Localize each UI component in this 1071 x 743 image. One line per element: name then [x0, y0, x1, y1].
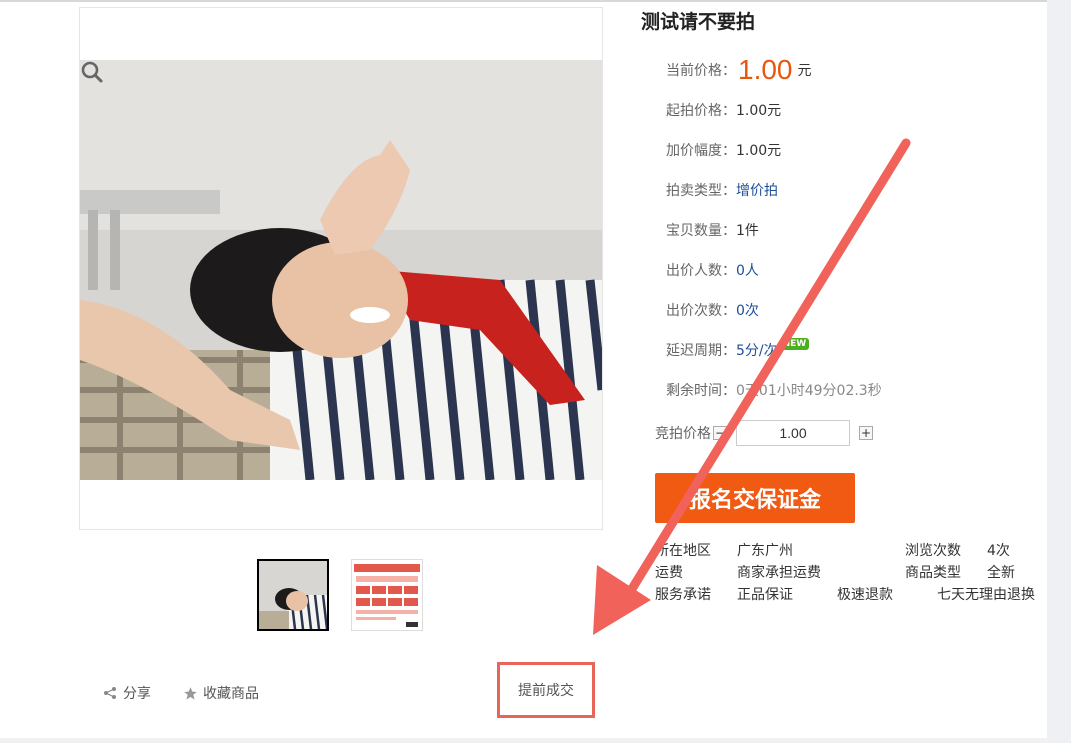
- bidders-value: 0人: [736, 263, 759, 279]
- auction-type-row: 拍卖类型： 增价拍: [666, 170, 882, 210]
- early-deal-button[interactable]: 提前成交: [497, 662, 595, 718]
- bid-count-value: 0次: [736, 303, 759, 319]
- favorite-link[interactable]: 收藏商品: [183, 683, 259, 703]
- favorite-label: 收藏商品: [203, 686, 259, 702]
- field-label: 宝贝数量：: [666, 223, 736, 239]
- bidders-row: 出价人数： 0人: [666, 250, 882, 290]
- field-value: 1.00元: [736, 103, 782, 119]
- early-deal-label: 提前成交: [518, 683, 574, 699]
- shipping-label: 运费: [655, 565, 683, 581]
- current-price-row: 当前价格： 1.00 元: [666, 50, 882, 90]
- remaining-time-row: 剩余时间： 0天01小时49分02.3秒: [666, 370, 882, 410]
- item-type-value: 全新: [987, 565, 1015, 581]
- bid-price-label: 竞拍价格: [655, 426, 711, 442]
- product-photo: [80, 60, 602, 480]
- star-icon: [184, 686, 197, 699]
- views-label: 浏览次数: [905, 543, 961, 559]
- product-main-image[interactable]: [79, 7, 603, 530]
- right-scroll-strip: [1047, 0, 1071, 743]
- field-label: 加价幅度：: [666, 143, 736, 159]
- field-label: 出价次数：: [666, 303, 736, 319]
- bid-count-row: 出价次数： 0次: [666, 290, 882, 330]
- new-badge: NEW: [779, 338, 810, 350]
- field-value: 1件: [736, 223, 759, 239]
- field-label: 延迟周期：: [666, 343, 736, 359]
- current-price-value: 1.00: [738, 54, 793, 85]
- thumbnail-2[interactable]: [351, 559, 423, 631]
- remaining-time-value: 0天01小时49分02.3秒: [736, 383, 882, 399]
- start-price-row: 起拍价格： 1.00元: [666, 90, 882, 130]
- product-title: 测试请不要拍: [641, 11, 756, 33]
- share-icon: [104, 687, 116, 699]
- field-label: 拍卖类型：: [666, 183, 736, 199]
- field-value: 1.00元: [736, 143, 782, 159]
- share-label: 分享: [123, 686, 151, 702]
- thumbnail-1[interactable]: [257, 559, 329, 631]
- current-price-unit: 元: [797, 63, 812, 79]
- delay-period-row: 延迟周期： 5分/次 NEW: [666, 330, 882, 370]
- auction-type-link[interactable]: 增价拍: [736, 180, 778, 200]
- field-label: 起拍价格：: [666, 103, 736, 119]
- service-item: 七天无理由退换: [937, 587, 1035, 603]
- field-label: 出价人数：: [666, 263, 736, 279]
- zoom-icon[interactable]: [80, 60, 104, 84]
- share-link[interactable]: 分享: [103, 683, 151, 703]
- location-value: 广东广州: [737, 543, 793, 559]
- service-item: 极速退款: [837, 587, 893, 603]
- increment-row: 加价幅度： 1.00元: [666, 130, 882, 170]
- bid-price-control: 竞拍价格 − +: [655, 420, 873, 446]
- quantity-row: 宝贝数量： 1件: [666, 210, 882, 250]
- location-label: 所在地区: [655, 543, 711, 559]
- item-type-label: 商品类型: [905, 565, 961, 581]
- detail-rows: 当前价格： 1.00 元 起拍价格： 1.00元 加价幅度： 1.00元 拍卖类…: [666, 50, 882, 410]
- current-price-label: 当前价格：: [666, 63, 736, 79]
- increment-button[interactable]: +: [859, 426, 873, 440]
- service-label: 服务承诺: [655, 587, 711, 603]
- shipping-value: 商家承担运费: [737, 565, 821, 581]
- decrement-button[interactable]: −: [713, 426, 727, 440]
- delay-period-value: 5分/次: [736, 343, 778, 359]
- field-label: 剩余时间：: [666, 383, 736, 399]
- views-value: 4次: [987, 543, 1010, 559]
- bid-price-input[interactable]: [736, 420, 850, 446]
- service-item: 正品保证: [737, 587, 793, 603]
- register-deposit-button[interactable]: 报名交保证金: [655, 473, 855, 523]
